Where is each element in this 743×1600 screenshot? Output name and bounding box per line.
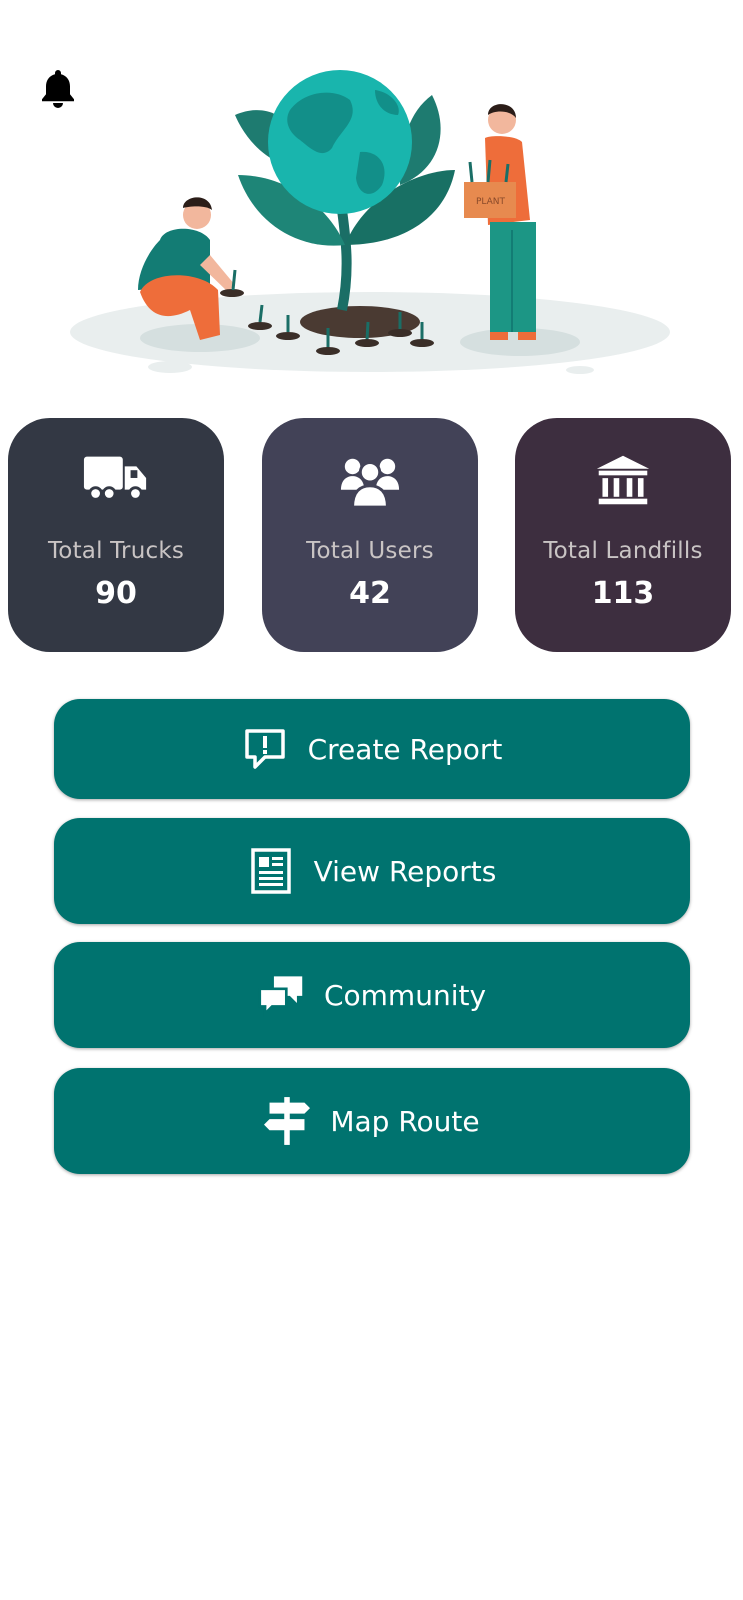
view-reports-label: View Reports <box>313 854 497 888</box>
map-route-label: Map Route <box>330 1104 480 1138</box>
stat-value: 90 <box>95 576 137 611</box>
landfill-building-icon <box>515 452 731 508</box>
users-icon <box>262 452 478 508</box>
stat-card-total-trucks: Total Trucks 90 <box>8 418 224 652</box>
stat-label: Total Landfills <box>543 538 703 564</box>
plant-box-label: PLANT <box>476 197 506 207</box>
community-button[interactable]: Community <box>54 942 690 1048</box>
create-report-label: Create Report <box>307 732 503 766</box>
stat-value: 42 <box>349 576 391 611</box>
community-label: Community <box>323 978 487 1012</box>
stat-card-total-landfills: Total Landfills 113 <box>515 418 731 652</box>
view-reports-button[interactable]: View Reports <box>54 818 690 924</box>
hero-illustration: PLANT <box>60 60 680 390</box>
stat-label: Total Users <box>306 538 434 564</box>
truck-icon <box>8 452 224 508</box>
signpost-icon <box>264 1097 311 1145</box>
stat-label: Total Trucks <box>47 538 185 564</box>
chat-bubbles-icon <box>258 972 304 1018</box>
stat-card-total-users: Total Users 42 <box>262 418 478 652</box>
stat-value: 113 <box>591 576 655 611</box>
newspaper-icon <box>248 848 294 894</box>
create-report-button[interactable]: Create Report <box>54 699 690 799</box>
report-alert-icon <box>242 726 288 772</box>
map-route-button[interactable]: Map Route <box>54 1068 690 1174</box>
